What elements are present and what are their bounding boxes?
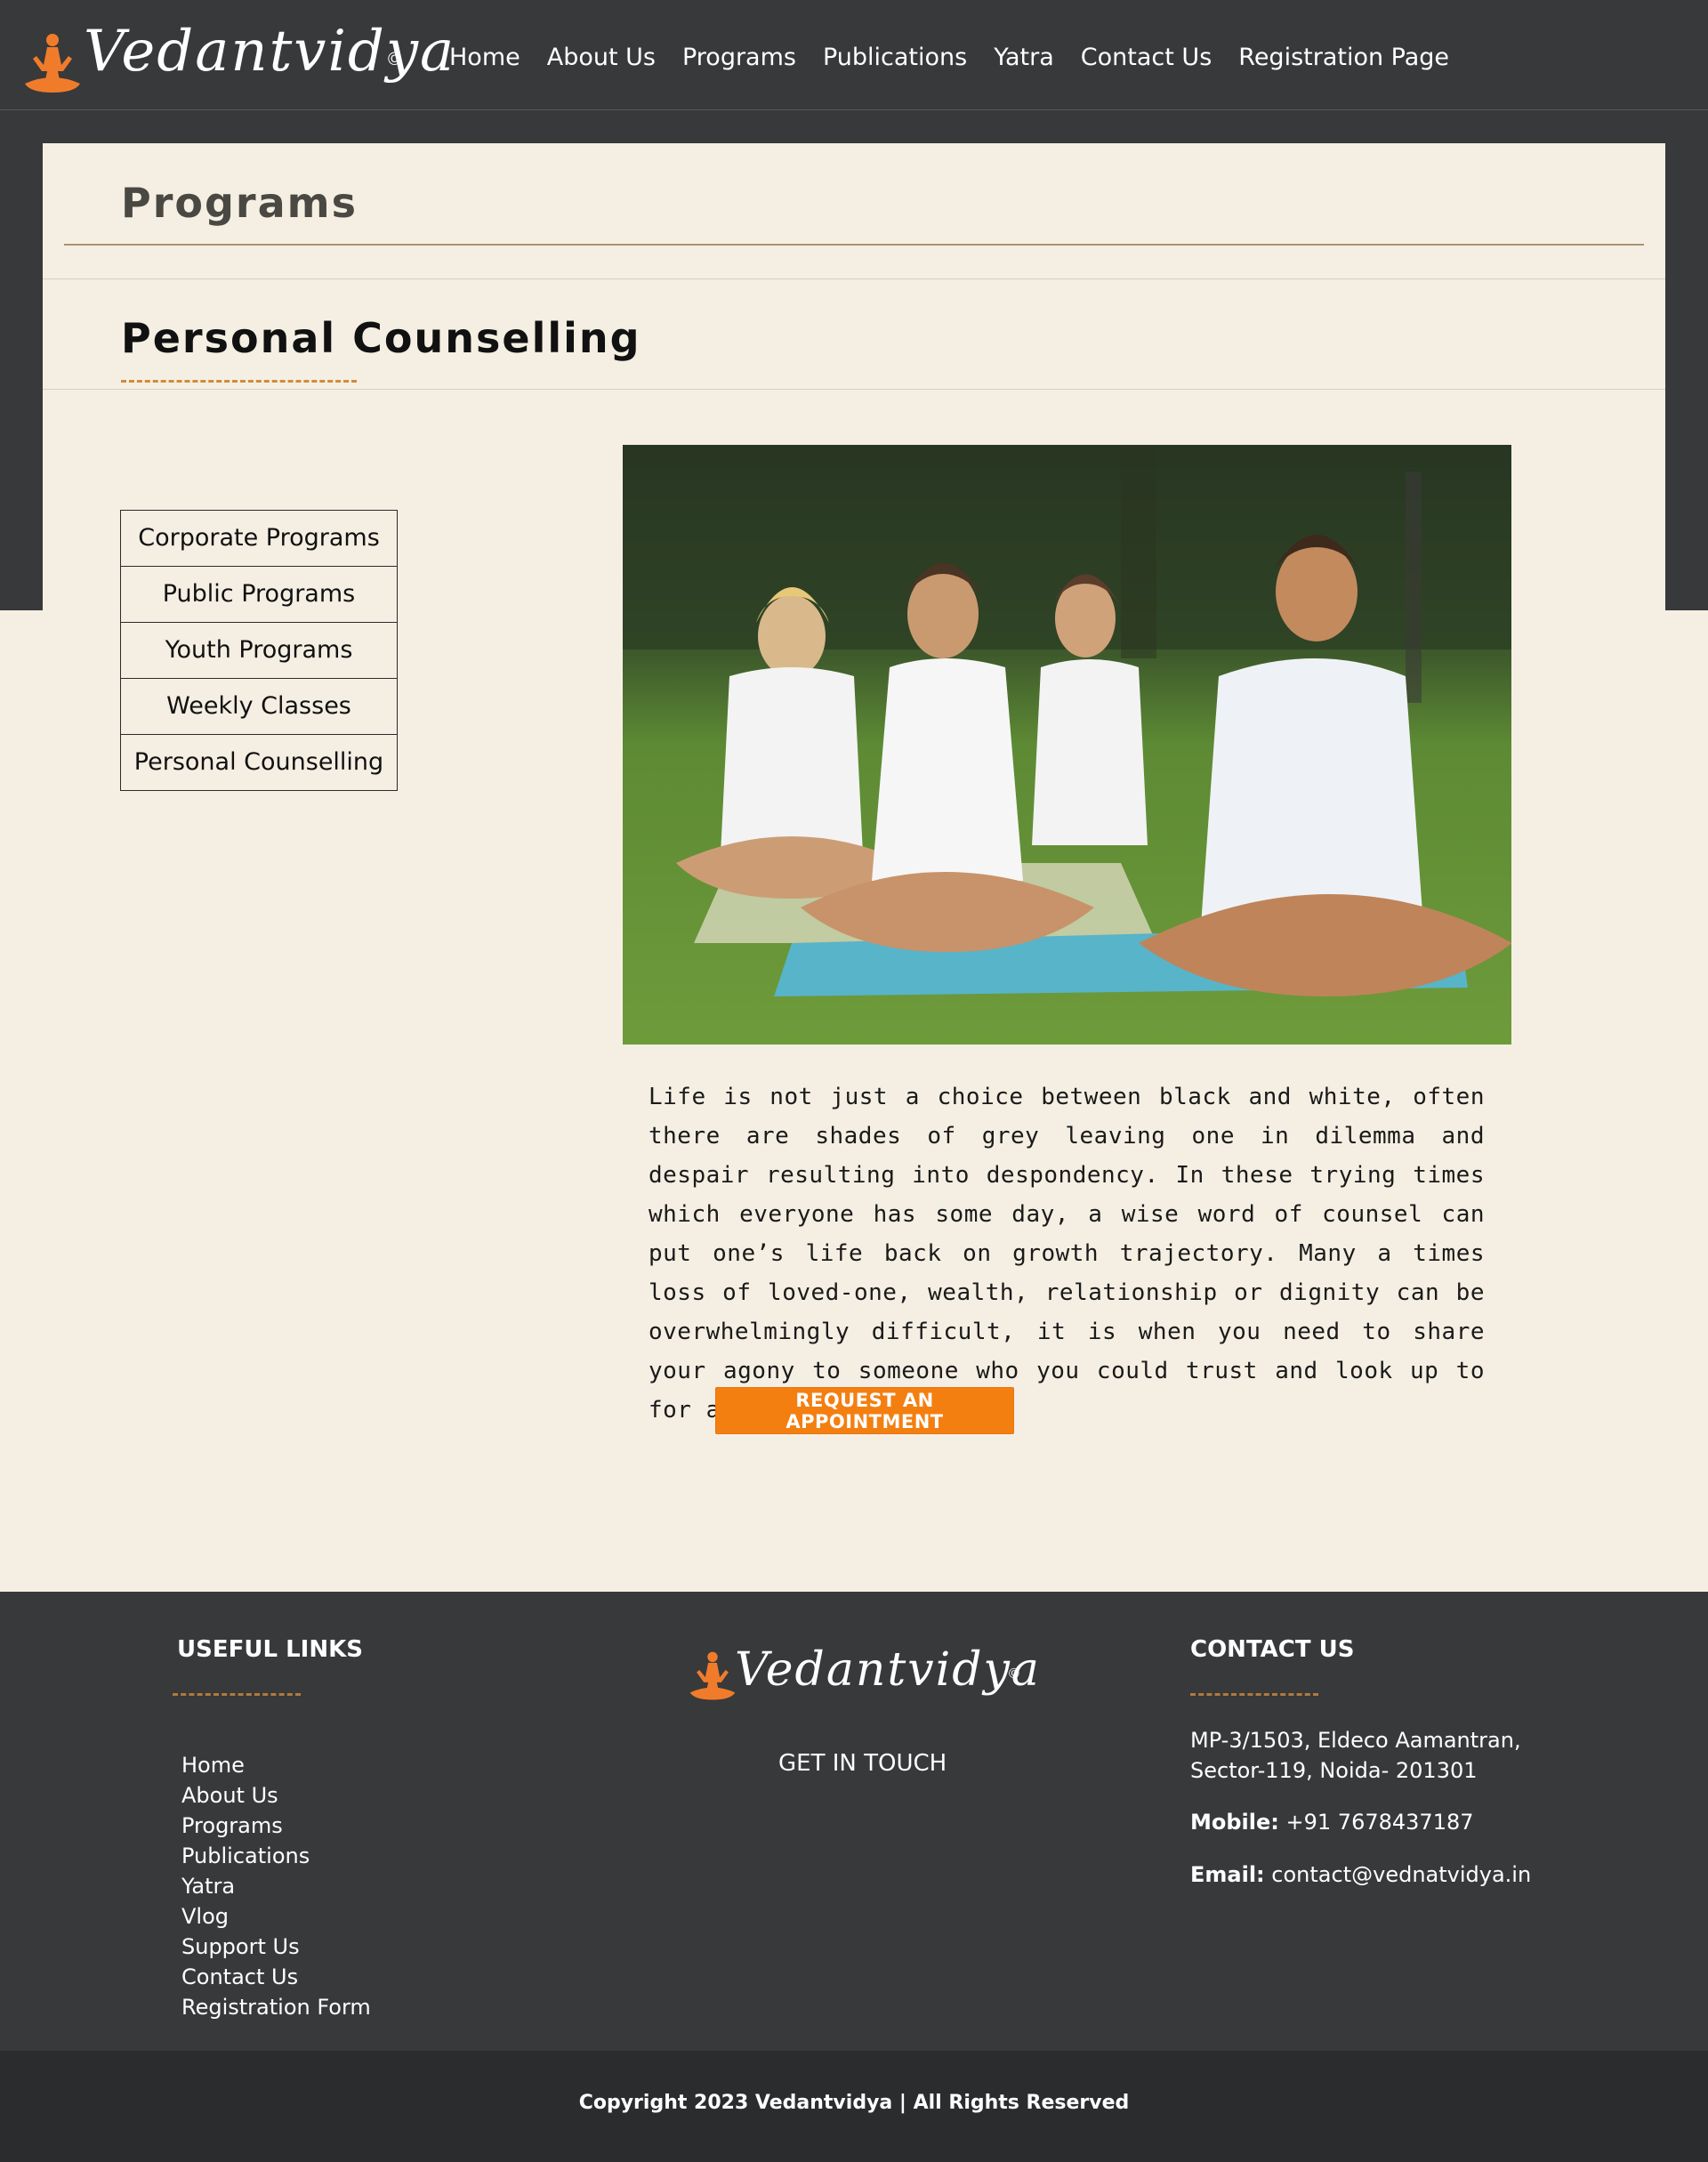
footer-link-publications[interactable]: Publications <box>181 1843 310 1868</box>
content-card: Programs Personal Counselling Corporate … <box>43 143 1665 1592</box>
contact-us-underline <box>1190 1693 1318 1696</box>
address-line-2: Sector-119, Noida- 201301 <box>1190 1758 1478 1783</box>
section-title-underline <box>121 380 357 383</box>
side-menu-youth-programs[interactable]: Youth Programs <box>120 622 398 679</box>
site-footer: USEFUL LINKS Home About Us Programs Publ… <box>0 1592 1708 2051</box>
nav-yatra[interactable]: Yatra <box>994 41 1054 75</box>
footer-link-home[interactable]: Home <box>181 1753 245 1778</box>
nav-publications[interactable]: Publications <box>823 41 967 75</box>
program-description: Life is not just a choice between black … <box>649 1084 1485 1424</box>
footer-link-contact-us[interactable]: Contact Us <box>181 1964 298 1989</box>
useful-links-heading: USEFUL LINKS <box>177 1636 363 1663</box>
section-divider-bottom <box>43 389 1665 390</box>
section-title: Personal Counselling <box>121 314 641 362</box>
footer-link-programs[interactable]: Programs <box>181 1813 283 1838</box>
section-divider-top <box>43 278 1665 279</box>
side-menu-public-programs[interactable]: Public Programs <box>120 566 398 623</box>
footer-logo-copyright-mark: © <box>1009 1666 1019 1682</box>
email-address[interactable]: contact@vednatvidya.in <box>1271 1862 1531 1887</box>
get-in-touch-label: GET IN TOUCH <box>778 1750 947 1777</box>
nav-programs[interactable]: Programs <box>682 41 796 75</box>
contact-us-heading: CONTACT US <box>1190 1636 1355 1663</box>
useful-links-underline <box>173 1693 301 1696</box>
footer-link-support-us[interactable]: Support Us <box>181 1934 300 1959</box>
side-menu-weekly-classes[interactable]: Weekly Classes <box>120 678 398 735</box>
meditation-figure-icon <box>689 1651 736 1700</box>
footer-link-vlog[interactable]: Vlog <box>181 1904 229 1929</box>
mobile-line: Mobile: +91 7678437187 <box>1190 1807 1474 1837</box>
footer-link-registration-form[interactable]: Registration Form <box>181 1995 371 2020</box>
nav-registration-page[interactable]: Registration Page <box>1238 41 1449 75</box>
footer-link-yatra[interactable]: Yatra <box>181 1874 235 1899</box>
side-menu-corporate-programs[interactable]: Corporate Programs <box>120 510 398 567</box>
mobile-number[interactable]: +91 7678437187 <box>1286 1810 1474 1835</box>
site-header: Vedantvidya © Home About Us Programs Pub… <box>0 0 1708 110</box>
request-appointment-button[interactable]: REQUEST AN APPOINTMENT <box>715 1387 1014 1434</box>
nav-home[interactable]: Home <box>449 41 520 75</box>
useful-links-list: Home About Us Programs Publications Yatr… <box>181 1750 371 2022</box>
page-title: Programs <box>121 179 358 227</box>
nav-about-us[interactable]: About Us <box>547 41 656 75</box>
email-line: Email: contact@vednatvidya.in <box>1190 1859 1531 1890</box>
title-divider <box>64 244 1644 246</box>
copyright-text: Copyright 2023 Vedantvidya | All Rights … <box>578 2092 1130 2114</box>
meditation-group-photo <box>623 445 1511 1045</box>
program-side-menu: Corporate Programs Public Programs Youth… <box>120 510 398 791</box>
main-nav: Home About Us Programs Publications Yatr… <box>449 41 1476 75</box>
nav-contact-us[interactable]: Contact Us <box>1081 41 1212 75</box>
copyright-bar: Copyright 2023 Vedantvidya | All Rights … <box>0 2051 1708 2162</box>
logo-copyright-mark: © <box>388 50 401 69</box>
meditation-figure-icon <box>25 34 80 93</box>
side-menu-personal-counselling[interactable]: Personal Counselling <box>120 734 398 791</box>
mobile-label: Mobile: <box>1190 1810 1279 1835</box>
footer-logo[interactable]: Vedantvidya © <box>685 1645 1039 1725</box>
address-line-1: MP-3/1503, Eldeco Aamantran, <box>1190 1728 1521 1753</box>
email-label: Email: <box>1190 1862 1265 1887</box>
footer-logo-wordmark: Vedantvidya <box>735 1643 1041 1697</box>
site-logo[interactable]: Vedantvidya © <box>21 23 454 112</box>
footer-link-about-us[interactable]: About Us <box>181 1783 278 1808</box>
